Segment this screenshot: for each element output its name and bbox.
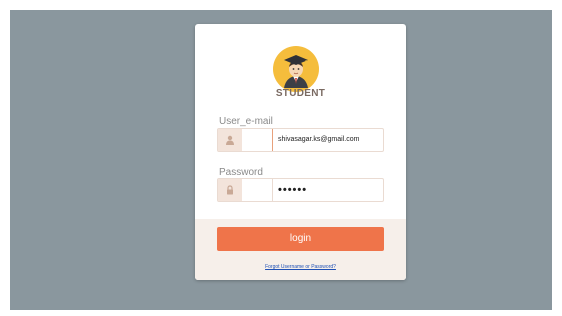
- password-field-spacer: [242, 179, 273, 201]
- password-input[interactable]: ••••••: [278, 179, 383, 201]
- role-title: STUDENT: [275, 88, 326, 99]
- email-addon: [218, 129, 242, 151]
- user-icon: [226, 135, 234, 145]
- login-button[interactable]: login: [217, 227, 384, 251]
- password-addon: [218, 179, 242, 201]
- lock-icon: [227, 185, 233, 195]
- password-field[interactable]: ••••••: [217, 178, 384, 202]
- email-input[interactable]: shivasagar.ks@gmail.com: [278, 129, 383, 151]
- forgot-credentials-link[interactable]: Forgot Username or Password?: [195, 264, 406, 270]
- email-label: User_e-mail: [219, 116, 273, 127]
- password-label: Password: [219, 167, 263, 178]
- student-avatar-icon: [273, 46, 319, 92]
- email-field-spacer: [242, 129, 273, 151]
- email-field[interactable]: shivasagar.ks@gmail.com: [217, 128, 384, 152]
- login-card: STUDENT User_e-mail shivasagar.ks@gmail.…: [195, 24, 406, 280]
